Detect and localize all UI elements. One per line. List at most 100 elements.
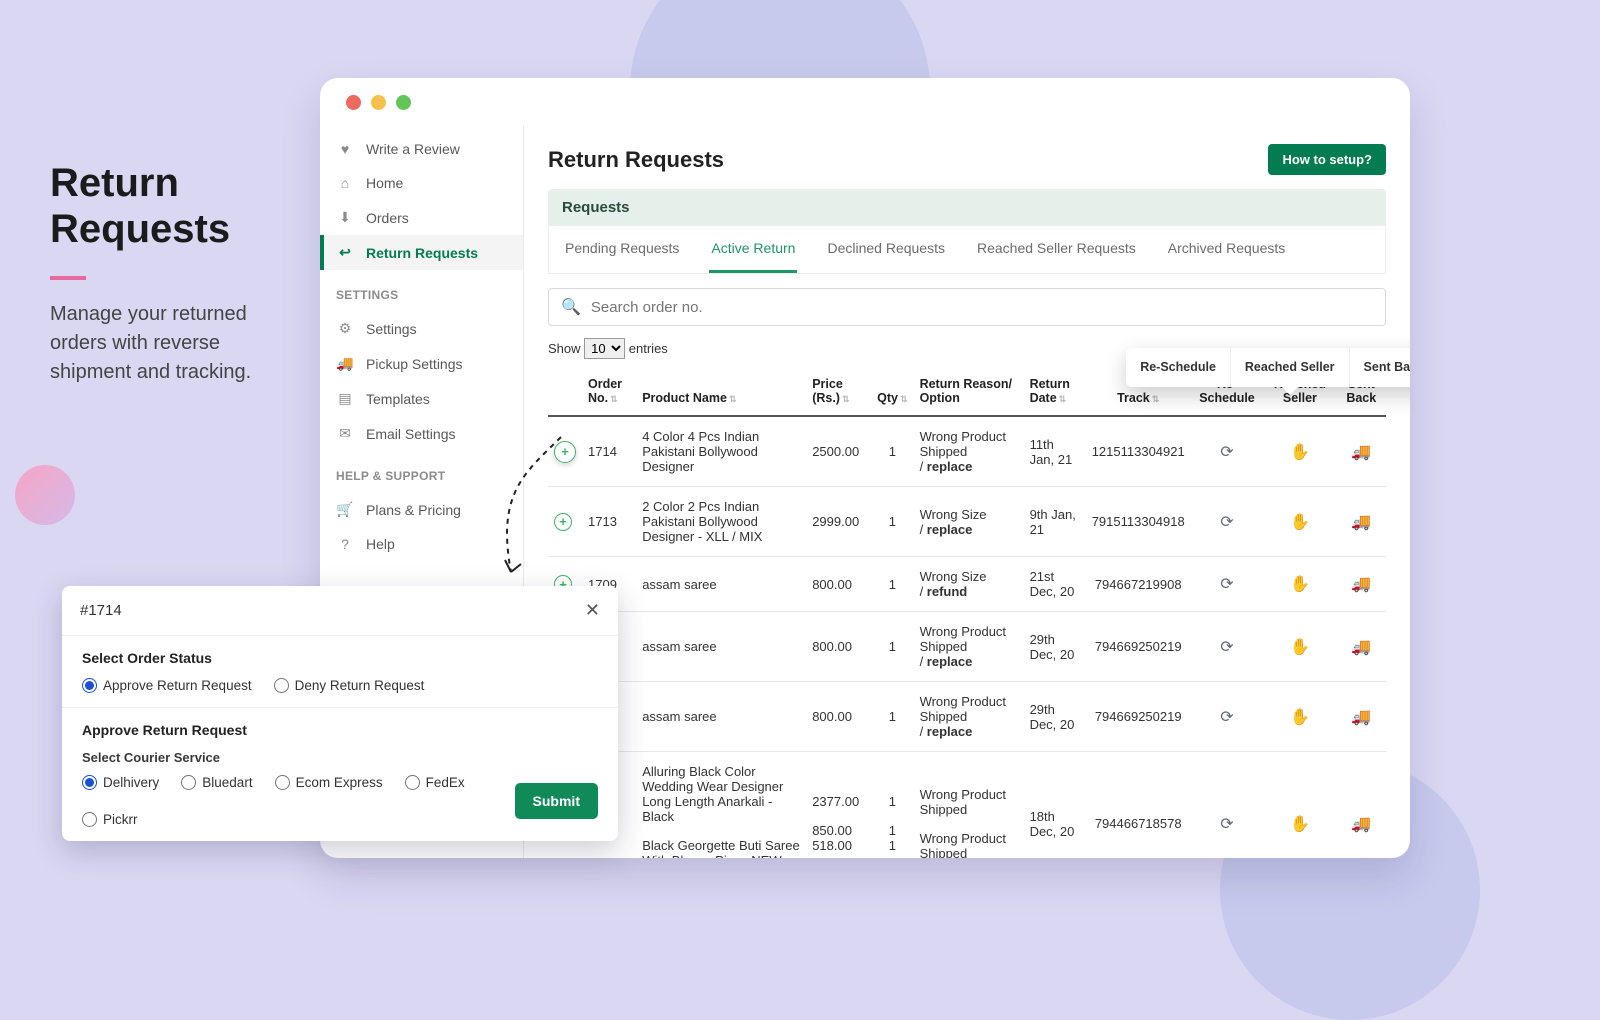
sent-back-icon[interactable]: 🚚 xyxy=(1351,514,1371,531)
email-icon: ✉ xyxy=(336,425,354,442)
cell-product: Alluring Black Color Wedding Wear Design… xyxy=(636,752,806,859)
reached-seller-icon[interactable]: ✋ xyxy=(1290,576,1310,593)
tab-pending[interactable]: Pending Requests xyxy=(563,226,681,273)
cell-date: 18th Dec, 20 xyxy=(1024,752,1086,859)
titlebar xyxy=(320,78,1410,126)
sidebar-help[interactable]: ?Help xyxy=(320,527,523,561)
reschedule-icon[interactable]: ⟳ xyxy=(1220,444,1233,461)
sidebar-home[interactable]: ⌂Home xyxy=(320,166,523,200)
sidebar-email[interactable]: ✉Email Settings xyxy=(320,416,523,451)
reached-seller-icon[interactable]: ✋ xyxy=(1290,816,1310,833)
min-dot[interactable] xyxy=(371,95,386,110)
hero: Return Requests Manage your returned ord… xyxy=(50,160,290,387)
entries-select[interactable]: 10 xyxy=(584,338,625,359)
table-row: +1709assam saree800.001Wrong Size/ refun… xyxy=(548,557,1386,612)
cell-price: 2999.00 xyxy=(806,487,871,557)
col-price[interactable]: Price (Rs.)⇅ xyxy=(806,367,871,416)
cell-price: 2500.00 xyxy=(806,416,871,487)
reached-seller-icon[interactable]: ✋ xyxy=(1290,709,1310,726)
requests-heading: Requests xyxy=(548,189,1386,226)
cell-product: 4 Color 4 Pcs Indian Pakistani Bollywood… xyxy=(636,416,806,487)
sidebar-sec-help: HELP & SUPPORT xyxy=(320,451,523,492)
home-icon: ⌂ xyxy=(336,175,354,191)
reached-seller-icon[interactable]: ✋ xyxy=(1290,514,1310,531)
gear-icon: ⚙ xyxy=(336,320,354,337)
radio-approve[interactable]: Approve Return Request xyxy=(82,678,252,693)
sidebar-templates[interactable]: ▤Templates xyxy=(320,381,523,416)
cell-qty: 1 xyxy=(871,682,913,752)
sent-back-icon[interactable]: 🚚 xyxy=(1351,709,1371,726)
cell-qty: 1 xyxy=(871,487,913,557)
modal-title: #1714 xyxy=(80,602,122,619)
sidebar-returns[interactable]: ↩Return Requests xyxy=(320,235,523,270)
modal-section-approve: Approve Return Request xyxy=(82,722,598,738)
cell-track: 794466718578 xyxy=(1086,752,1191,859)
action-tooltip: Re-Schedule Reached Seller Sent Back xyxy=(1126,348,1410,387)
how-to-setup-button[interactable]: How to setup? xyxy=(1268,144,1386,175)
sidebar-review[interactable]: ♥Write a Review xyxy=(320,132,523,166)
max-dot[interactable] xyxy=(396,95,411,110)
table-row: assam saree800.001Wrong Product Shipped/… xyxy=(548,682,1386,752)
courier-option[interactable]: FedEx xyxy=(405,775,465,790)
cell-qty: 1 xyxy=(871,416,913,487)
col-order[interactable]: Order No.⇅ xyxy=(582,367,636,416)
radio-deny[interactable]: Deny Return Request xyxy=(274,678,425,693)
sent-back-icon[interactable]: 🚚 xyxy=(1351,444,1371,461)
hero-desc: Manage your returned orders with reverse… xyxy=(50,300,290,387)
cell-order: 1713 xyxy=(582,487,636,557)
cell-price: 800.00 xyxy=(806,612,871,682)
cart-icon: 🛒 xyxy=(336,501,354,518)
expand-icon[interactable]: + xyxy=(554,441,576,463)
submit-button[interactable]: Submit xyxy=(515,783,598,819)
cell-price: 2377.00850.00518.00 xyxy=(806,752,871,859)
cell-qty: 1 xyxy=(871,557,913,612)
sidebar-settings[interactable]: ⚙Settings xyxy=(320,311,523,346)
sidebar-pickup[interactable]: 🚚Pickup Settings xyxy=(320,346,523,381)
cell-track: 7915113304918 xyxy=(1086,487,1191,557)
tab-active[interactable]: Active Return xyxy=(709,226,797,273)
courier-option[interactable]: Ecom Express xyxy=(275,775,383,790)
col-reason[interactable]: Return Reason/ Option xyxy=(914,367,1024,416)
courier-option[interactable]: Pickrr xyxy=(82,812,138,827)
tab-reached[interactable]: Reached Seller Requests xyxy=(975,226,1138,273)
courier-option[interactable]: Delhivery xyxy=(82,775,159,790)
reschedule-icon[interactable]: ⟳ xyxy=(1220,514,1233,531)
cell-product: 2 Color 2 Pcs Indian Pakistani Bollywood… xyxy=(636,487,806,557)
main-panel: Return Requests How to setup? Requests P… xyxy=(524,126,1410,858)
sidebar-orders[interactable]: ⬇Orders xyxy=(320,200,523,235)
hero-divider xyxy=(50,276,86,280)
col-qty[interactable]: Qty⇅ xyxy=(871,367,913,416)
search-box[interactable]: 🔍 xyxy=(548,288,1386,326)
tabs: Pending Requests Active Return Declined … xyxy=(548,226,1386,274)
sent-back-icon[interactable]: 🚚 xyxy=(1351,816,1371,833)
reschedule-icon[interactable]: ⟳ xyxy=(1220,639,1233,656)
help-icon: ? xyxy=(336,536,354,552)
courier-option[interactable]: Bluedart xyxy=(181,775,252,790)
tab-archived[interactable]: Archived Requests xyxy=(1166,226,1288,273)
reached-seller-icon[interactable]: ✋ xyxy=(1290,444,1310,461)
sidebar-plans[interactable]: 🛒Plans & Pricing xyxy=(320,492,523,527)
cell-reason: Wrong Product ShippedWrong Product Shipp… xyxy=(914,752,1024,859)
cell-reason: Wrong Size/ replace xyxy=(914,487,1024,557)
sent-back-icon[interactable]: 🚚 xyxy=(1351,639,1371,656)
tooltip-reached: Reached Seller xyxy=(1231,348,1350,387)
cell-qty: 1 xyxy=(871,612,913,682)
reschedule-icon[interactable]: ⟳ xyxy=(1220,816,1233,833)
search-input[interactable] xyxy=(591,299,1373,316)
expand-icon[interactable]: + xyxy=(554,513,572,531)
close-dot[interactable] xyxy=(346,95,361,110)
table-row: +17132 Color 2 Pcs Indian Pakistani Boll… xyxy=(548,487,1386,557)
sent-back-icon[interactable]: 🚚 xyxy=(1351,576,1371,593)
col-product[interactable]: Product Name⇅ xyxy=(636,367,806,416)
col-date[interactable]: Return Date⇅ xyxy=(1024,367,1086,416)
table-row: +17144 Color 4 Pcs Indian Pakistani Boll… xyxy=(548,416,1386,487)
reschedule-icon[interactable]: ⟳ xyxy=(1220,576,1233,593)
courier-label: Select Courier Service xyxy=(82,750,598,765)
reschedule-icon[interactable]: ⟳ xyxy=(1220,709,1233,726)
return-icon: ↩ xyxy=(336,244,354,261)
cell-product: assam saree xyxy=(636,557,806,612)
reached-seller-icon[interactable]: ✋ xyxy=(1290,639,1310,656)
modal-close-icon[interactable]: ✕ xyxy=(585,600,600,621)
tab-declined[interactable]: Declined Requests xyxy=(825,226,947,273)
cell-date: 9th Jan, 21 xyxy=(1024,487,1086,557)
